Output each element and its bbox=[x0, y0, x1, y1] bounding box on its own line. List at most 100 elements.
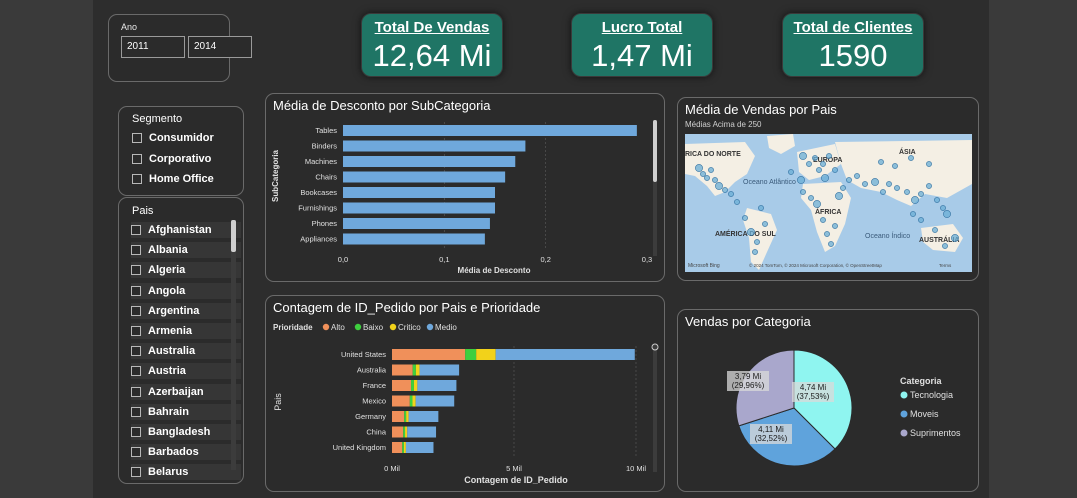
discount-chart-scroll-thumb[interactable] bbox=[653, 120, 657, 182]
checkbox-icon[interactable] bbox=[131, 366, 141, 377]
checkbox-icon[interactable] bbox=[131, 285, 141, 296]
map-bubble[interactable] bbox=[816, 167, 822, 173]
map-bubble[interactable] bbox=[880, 189, 886, 195]
checkbox-icon[interactable] bbox=[132, 132, 142, 143]
map-bubble[interactable] bbox=[695, 164, 703, 172]
country-option[interactable]: Angola bbox=[131, 282, 241, 299]
map-bubble[interactable] bbox=[799, 152, 807, 160]
country-option[interactable]: Bangladesh bbox=[131, 424, 241, 440]
checkbox-icon[interactable] bbox=[131, 346, 141, 357]
orders-bar-segment[interactable] bbox=[404, 411, 407, 422]
orders-bar-segment[interactable] bbox=[476, 349, 496, 360]
map-bubble[interactable] bbox=[826, 153, 832, 159]
map-bubble[interactable] bbox=[932, 227, 938, 233]
map-bubble[interactable] bbox=[878, 159, 884, 165]
country-option[interactable]: Australia bbox=[131, 343, 241, 360]
map-bubble[interactable] bbox=[886, 181, 892, 187]
checkbox-icon[interactable] bbox=[131, 265, 141, 276]
orders-bar-segment[interactable] bbox=[406, 411, 409, 422]
checkbox-icon[interactable] bbox=[131, 427, 141, 437]
orders-bar-segment[interactable] bbox=[412, 364, 416, 376]
orders-bar-segment[interactable] bbox=[415, 364, 420, 376]
checkbox-icon[interactable] bbox=[131, 245, 141, 256]
segment-option[interactable]: Consumidor bbox=[132, 130, 214, 145]
map-bubble[interactable] bbox=[894, 185, 900, 191]
orders-bar-segment[interactable] bbox=[392, 380, 412, 391]
checkbox-icon[interactable] bbox=[131, 225, 141, 235]
orders-bar-segment[interactable] bbox=[392, 426, 404, 438]
map-bubble[interactable] bbox=[926, 161, 932, 167]
map-bubble[interactable] bbox=[904, 189, 910, 195]
orders-bar-segment[interactable] bbox=[465, 349, 477, 360]
orders-bar-segment[interactable] bbox=[392, 442, 403, 453]
map-bubble[interactable] bbox=[908, 155, 914, 161]
map-bubble[interactable] bbox=[835, 192, 843, 200]
checkbox-icon[interactable] bbox=[131, 406, 141, 417]
year-from-input[interactable]: 2011 bbox=[121, 36, 185, 58]
country-option[interactable]: Algeria bbox=[131, 262, 241, 279]
orders-bar-segment[interactable] bbox=[408, 411, 439, 422]
map-bubble[interactable] bbox=[840, 185, 846, 191]
discount-bar[interactable] bbox=[343, 171, 506, 183]
country-option[interactable]: Azerbaijan bbox=[131, 383, 241, 400]
map-bubble[interactable] bbox=[704, 175, 710, 181]
map-bubble[interactable] bbox=[926, 183, 932, 189]
map-bubble[interactable] bbox=[910, 211, 916, 217]
discount-bar[interactable] bbox=[343, 156, 516, 167]
map-bubble[interactable] bbox=[754, 239, 760, 245]
orders-chart-scroll-track[interactable] bbox=[653, 344, 657, 472]
segment-option[interactable]: Home Office bbox=[132, 171, 214, 186]
orders-bar-segment[interactable] bbox=[409, 395, 413, 407]
orders-bar-segment[interactable] bbox=[495, 349, 635, 360]
map-bubble[interactable] bbox=[846, 177, 852, 183]
orders-bar-segment[interactable] bbox=[403, 426, 406, 438]
map-bubble[interactable] bbox=[871, 178, 879, 186]
country-option[interactable]: Belarus bbox=[131, 464, 241, 481]
map-bubble[interactable] bbox=[911, 196, 919, 204]
country-option[interactable]: Albania bbox=[131, 242, 241, 259]
map-bubble[interactable] bbox=[742, 215, 748, 221]
orders-bar-segment[interactable] bbox=[415, 395, 455, 407]
orders-bar-segment[interactable] bbox=[413, 380, 418, 391]
discount-bar[interactable] bbox=[343, 187, 495, 198]
orders-bar-segment[interactable] bbox=[402, 442, 404, 453]
checkbox-icon[interactable] bbox=[131, 467, 141, 478]
map-bubble[interactable] bbox=[715, 182, 723, 190]
map-bubble[interactable] bbox=[934, 197, 940, 203]
map-bubble[interactable] bbox=[734, 199, 740, 205]
map-bubble[interactable] bbox=[747, 228, 755, 236]
checkbox-icon[interactable] bbox=[131, 386, 141, 397]
map-bubble[interactable] bbox=[708, 167, 714, 173]
map-bubble[interactable] bbox=[820, 161, 826, 167]
discount-bar[interactable] bbox=[343, 202, 495, 214]
world-map[interactable]: RICA DO NORTE EUROPA ÁSIA Oceano Atlânti… bbox=[685, 134, 972, 272]
map-bubble[interactable] bbox=[812, 155, 818, 161]
discount-bar[interactable] bbox=[343, 140, 526, 152]
map-bubble[interactable] bbox=[728, 191, 734, 197]
map-bubble[interactable] bbox=[862, 181, 868, 187]
map-bubble[interactable] bbox=[712, 177, 718, 183]
orders-bar-segment[interactable] bbox=[403, 442, 406, 453]
country-option[interactable]: Argentina bbox=[131, 302, 241, 319]
map-bubble[interactable] bbox=[762, 221, 768, 227]
map-bubble[interactable] bbox=[800, 189, 806, 195]
country-option[interactable]: Bahrain bbox=[131, 403, 241, 420]
orders-bar-segment[interactable] bbox=[392, 395, 410, 407]
segment-option[interactable]: Corporativo bbox=[132, 151, 211, 166]
country-option[interactable]: Barbados bbox=[131, 444, 241, 461]
map-bubble[interactable] bbox=[951, 234, 959, 242]
map-bubble[interactable] bbox=[797, 176, 805, 184]
map-bubble[interactable] bbox=[892, 163, 898, 169]
country-option[interactable]: Afghanistan bbox=[131, 222, 241, 238]
map-bubble[interactable] bbox=[758, 205, 764, 211]
orders-bar-segment[interactable] bbox=[392, 411, 405, 422]
map-bubble[interactable] bbox=[854, 173, 860, 179]
checkbox-icon[interactable] bbox=[131, 305, 141, 316]
checkbox-icon[interactable] bbox=[132, 173, 142, 184]
orders-bar-segment[interactable] bbox=[405, 426, 408, 438]
map-bubble[interactable] bbox=[820, 217, 826, 223]
checkbox-icon[interactable] bbox=[132, 153, 142, 164]
country-option[interactable]: Armenia bbox=[131, 323, 241, 339]
checkbox-icon[interactable] bbox=[131, 447, 141, 458]
map-bubble[interactable] bbox=[722, 187, 728, 193]
